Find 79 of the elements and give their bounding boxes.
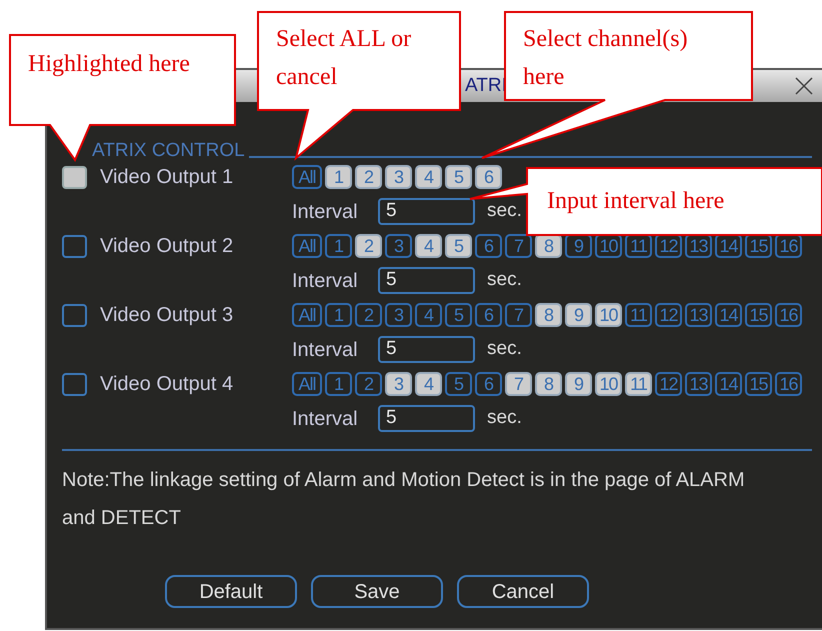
channel-button[interactable]: 10	[595, 372, 622, 396]
channel-button[interactable]: 16	[775, 303, 802, 327]
channel-button[interactable]: 2	[355, 234, 382, 258]
channel-button[interactable]: 5	[445, 234, 472, 258]
channel-button[interactable]: 3	[385, 372, 412, 396]
channel-button[interactable]: 10	[595, 303, 622, 327]
unit-label: sec.	[487, 268, 522, 292]
close-icon[interactable]	[794, 76, 814, 96]
channel-button[interactable]: 1	[325, 372, 352, 396]
channel-button[interactable]: 6	[475, 372, 502, 396]
channel-button[interactable]: 15	[745, 372, 772, 396]
checkbox[interactable]	[62, 372, 87, 396]
unit-label: sec.	[487, 337, 522, 362]
channel-button[interactable]: 2	[355, 372, 382, 396]
output-label: Video Output 4	[100, 372, 234, 397]
channel-button[interactable]: 1	[325, 165, 352, 189]
interval-label: Interval	[292, 200, 359, 224]
checkbox[interactable]	[62, 304, 87, 326]
unit-label: sec.	[487, 199, 522, 224]
section-title: ATRIX CONTROL	[92, 141, 245, 160]
channel-button[interactable]: 7	[505, 303, 532, 327]
channel-button[interactable]: 9	[565, 372, 592, 396]
channel-button[interactable]: 6	[475, 303, 502, 327]
channel-button[interactable]: 4	[415, 303, 442, 327]
callout-text: Select ALL or cancel	[276, 25, 412, 92]
channel-button[interactable]: 12	[655, 372, 682, 396]
output-label: Video Output 2	[100, 234, 234, 259]
channel-button[interactable]: 1	[325, 303, 352, 327]
interval-label: Interval	[292, 338, 359, 362]
channel-button[interactable]: 11	[625, 372, 652, 396]
channel-button[interactable]: 13	[685, 303, 712, 327]
cancel-button[interactable]: Cancel	[457, 575, 589, 608]
unit-label: sec.	[487, 406, 522, 430]
interval-field[interactable]: 5	[378, 267, 475, 294]
channel-button[interactable]: 6	[475, 165, 502, 189]
channel-button[interactable]: 8	[535, 372, 562, 396]
channel-button[interactable]: 4	[415, 165, 442, 189]
interval-field[interactable]: 5	[378, 336, 475, 363]
output-label: Video Output 1	[100, 165, 234, 190]
all-button[interactable]: All	[292, 165, 322, 189]
channel-button[interactable]: 9	[565, 303, 592, 327]
all-button[interactable]: All	[292, 234, 322, 258]
channel-button[interactable]: 15	[745, 303, 772, 327]
channel-button[interactable]: 3	[385, 234, 412, 258]
channel-button[interactable]: 5	[445, 372, 472, 396]
default-button[interactable]: Default	[165, 575, 297, 608]
channel-button[interactable]: 4	[415, 234, 442, 258]
channel-button[interactable]: 1	[325, 234, 352, 258]
channel-button[interactable]: 7	[505, 372, 532, 396]
channel-button[interactable]: 8	[535, 303, 562, 327]
channel-button[interactable]: 11	[625, 303, 652, 327]
channel-button[interactable]: 8	[535, 234, 562, 258]
callout-text: Select channel(s) here	[523, 25, 689, 92]
interval-field[interactable]: 5	[378, 405, 475, 432]
channel-button[interactable]: 16	[775, 372, 802, 396]
callout-text: Highlighted here	[28, 50, 191, 79]
channel-button[interactable]: 2	[355, 165, 382, 189]
channel-button[interactable]: 3	[385, 165, 412, 189]
channel-button[interactable]: 12	[655, 303, 682, 327]
interval-label: Interval	[292, 268, 359, 294]
channel-button[interactable]: 14	[715, 303, 742, 327]
channel-button[interactable]: 14	[715, 372, 742, 396]
save-button[interactable]: Save	[311, 575, 443, 608]
note-text: Note:The linkage setting of Alarm and Motion Detect is in the page of ALARM and DETECT	[62, 468, 746, 531]
all-button[interactable]: All	[292, 372, 322, 396]
output-label: Video Output 3	[100, 303, 234, 328]
interval-field[interactable]: 5	[378, 198, 475, 225]
channel-button[interactable]: 13	[685, 372, 712, 396]
checkbox[interactable]	[62, 166, 87, 188]
all-button[interactable]: All	[292, 303, 322, 327]
channel-button[interactable]: 5	[445, 165, 472, 189]
channel-button[interactable]: 4	[415, 372, 442, 396]
channel-button[interactable]: 6	[475, 234, 502, 258]
channel-button[interactable]: 3	[385, 303, 412, 327]
channel-button[interactable]: 2	[355, 303, 382, 327]
checkbox[interactable]	[62, 234, 87, 258]
channel-button[interactable]: 5	[445, 303, 472, 327]
callout-text: Input interval here	[547, 187, 726, 216]
interval-label: Interval	[292, 406, 359, 432]
